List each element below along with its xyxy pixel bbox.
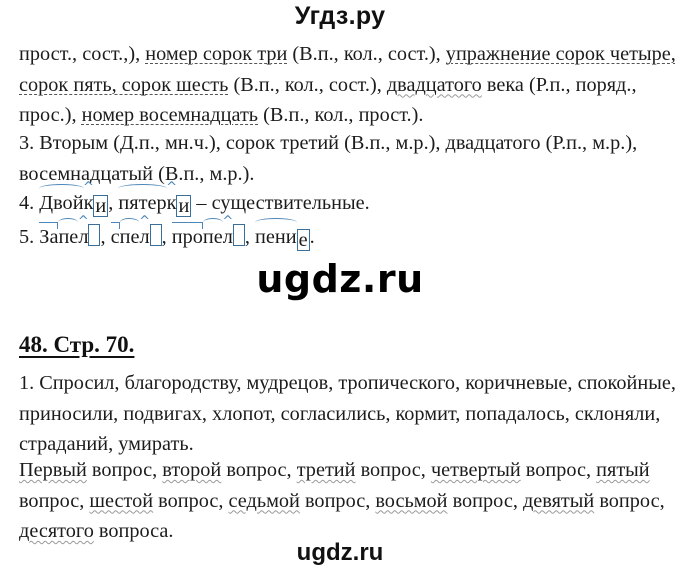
text-run: вопрос, [520, 459, 597, 481]
exercise-heading: 48. Стр. 70. [19, 332, 135, 357]
underlined-phrase: седьмой [228, 489, 300, 512]
underlined-phrase: двадцатого [386, 73, 482, 96]
item-1-line: приносили, подвигах, хлопот, согласились… [19, 402, 661, 425]
text-run: (В.п., кол., сост.), [287, 43, 446, 65]
item-1-line: 1. Спросил, благородству, мудрецов, троп… [19, 372, 676, 394]
prefix-mark: За [39, 222, 59, 253]
morpheme-word: Запел [39, 218, 101, 253]
text-line: прост., сост.,), номер сорок три (В.п., … [19, 39, 676, 70]
punctuation: . [309, 226, 315, 248]
text-run: вопрос, [594, 489, 665, 512]
morpheme-word: пропел [171, 218, 245, 253]
punctuation: , [244, 226, 255, 248]
text-run: (В.п., кол., прост.). [258, 104, 424, 126]
root-mark: пе [119, 218, 139, 253]
text-run: прост., сост.,), [19, 43, 146, 65]
item-number: 5. [19, 226, 40, 248]
ending-box [149, 224, 162, 246]
text-line: прос.), номер восемнадцать (В.п., кол., … [19, 100, 669, 131]
text-line: вопрос, шестой вопрос, седьмой вопрос, в… [19, 486, 669, 517]
text-run: вопрос, [299, 489, 376, 512]
morpheme-word: Двойки [39, 184, 109, 219]
prefix-mark: про [171, 222, 204, 253]
ending-box [88, 224, 101, 246]
prefix-mark: с [110, 222, 120, 253]
suffix-mark: л [78, 222, 88, 253]
underlined-phrase: сорок пять, сорок шесть [19, 73, 229, 96]
text-run: вопрос, [221, 459, 297, 481]
ending-box: и [93, 195, 109, 217]
root-mark: Двой [39, 184, 84, 219]
text-line: Первый вопрос, второй вопрос, третий воп… [19, 455, 669, 486]
suffix-mark: л [223, 222, 233, 253]
text-run: вопрос, [86, 459, 163, 481]
text-run: вопрос, [447, 489, 523, 512]
root-mark: пе [202, 218, 223, 253]
ending-box: е [296, 229, 310, 251]
punctuation: , [108, 192, 119, 214]
punctuation: , [100, 226, 111, 248]
underlined-phrase: третий [296, 459, 356, 481]
underlined-phrase: номер восемнадцать [81, 104, 259, 126]
morpheme-word: спел [110, 218, 162, 253]
text-run: вопрос, [19, 489, 90, 512]
suffix-mark: л [139, 222, 149, 253]
item-3-line: восемнадцатый (В.п., м.р.). [19, 162, 255, 185]
text-run: (В.п., кол., сост.), [228, 73, 387, 96]
root-mark: пе [58, 218, 78, 253]
underlined-phrase: упражнение сорок четыре, [445, 43, 676, 65]
punctuation: – существительные. [191, 192, 370, 214]
text-line: сорок пять, сорок шесть (В.п., кол., сос… [19, 70, 669, 101]
punctuation: , [161, 226, 172, 248]
item-3-line: 3. Вторым (Д.п., мн.ч.), сорок третий (В… [19, 132, 638, 154]
underlined-phrase: Первый [19, 459, 87, 481]
underlined-phrase: восьмой [375, 489, 448, 512]
watermark-bottom: ugdz.ru [296, 539, 384, 566]
underlined-phrase: второй [162, 459, 222, 481]
underlined-phrase: пятый [596, 459, 650, 481]
ordinals-paragraph: Первый вопрос, второй вопрос, третий воп… [19, 455, 669, 547]
suffix-mark: к [167, 188, 177, 219]
underlined-phrase: шестой [89, 489, 154, 512]
ending-box [232, 224, 245, 246]
exercise-48-item-1: 1. Спросил, благородству, мудрецов, троп… [19, 368, 676, 460]
root-mark: пени [254, 218, 297, 253]
watermark-middle: ugdz.ru [256, 257, 424, 301]
underlined-phrase: номер сорок три [145, 43, 288, 65]
item-number: 4. [19, 192, 40, 214]
watermark-top: Угдз.ру [294, 2, 386, 30]
text-run: прос.), [19, 104, 82, 126]
text-run: вопрос, [355, 459, 431, 481]
underlined-phrase: четвертый [430, 459, 521, 481]
item-3-paragraph: 3. Вторым (Д.п., мн.ч.), сорок третий (В… [19, 128, 669, 189]
item-5-morpheme-line: 5. Запел, спел, пропел, пение. [19, 218, 669, 253]
continuation-paragraph: прост., сост.,), номер сорок три (В.п., … [19, 39, 676, 131]
morpheme-word: пятерки [118, 184, 192, 219]
morpheme-word: пение [254, 218, 310, 253]
underlined-phrase: девятый [522, 489, 595, 512]
text-run: века (Р.п., поряд., [481, 73, 637, 96]
item-4-morpheme-line: 4. Двойки, пятерки – существительные. [19, 184, 669, 219]
ending-box: и [176, 195, 192, 217]
text-run: вопрос, [153, 489, 229, 512]
